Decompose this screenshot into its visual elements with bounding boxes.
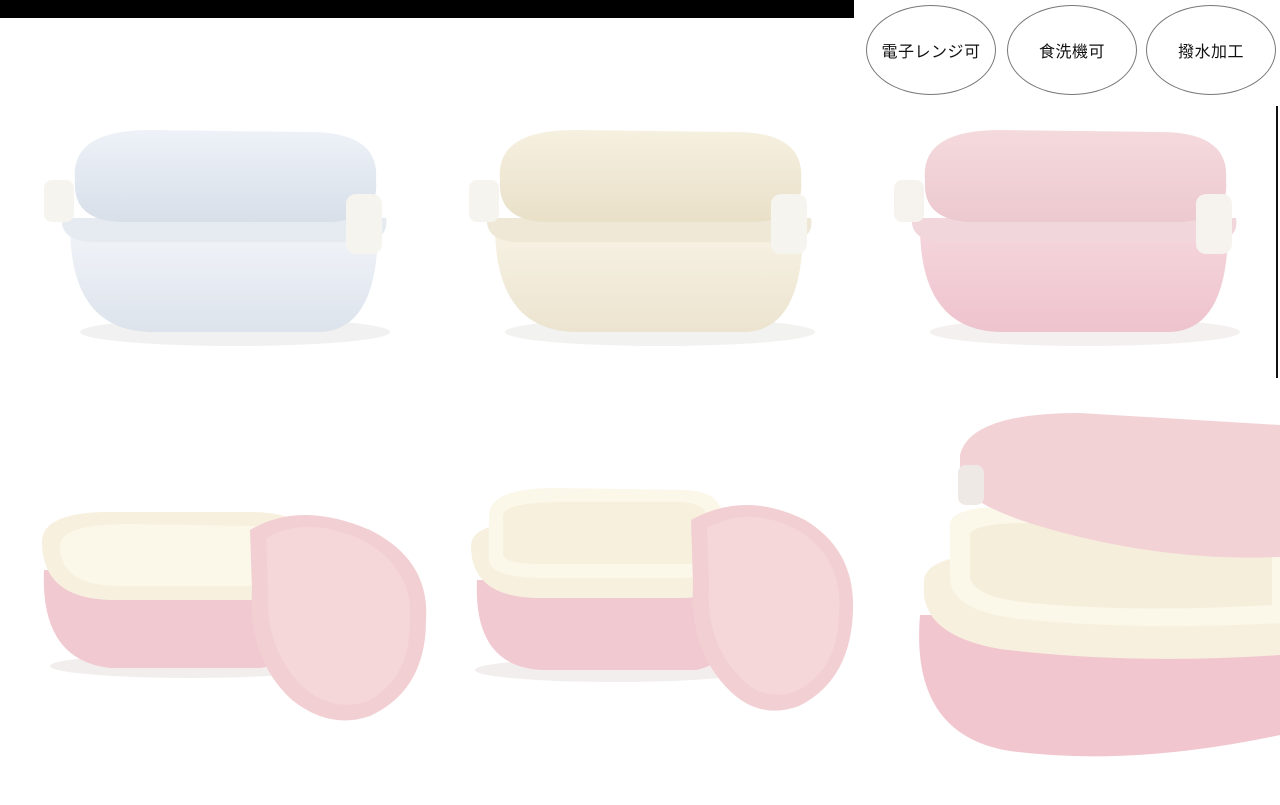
product-image-pink-open (30, 490, 430, 740)
product-image-cream-closed (455, 110, 835, 370)
product-image-white-closed (30, 110, 410, 370)
feature-badges: 電子レンジ可 食洗機可 撥水加工 (866, 5, 1276, 97)
scroll-edge (1276, 106, 1278, 378)
header-bar (0, 0, 854, 18)
microwave-safe-badge: 電子レンジ可 (866, 5, 996, 95)
product-image-pink-closeup (880, 405, 1280, 775)
product-image-pink-open-tray (455, 480, 855, 740)
product-image-pink-closed (880, 110, 1260, 370)
dishwasher-safe-badge: 食洗機可 (1007, 5, 1137, 95)
water-repellent-badge: 撥水加工 (1146, 5, 1276, 95)
